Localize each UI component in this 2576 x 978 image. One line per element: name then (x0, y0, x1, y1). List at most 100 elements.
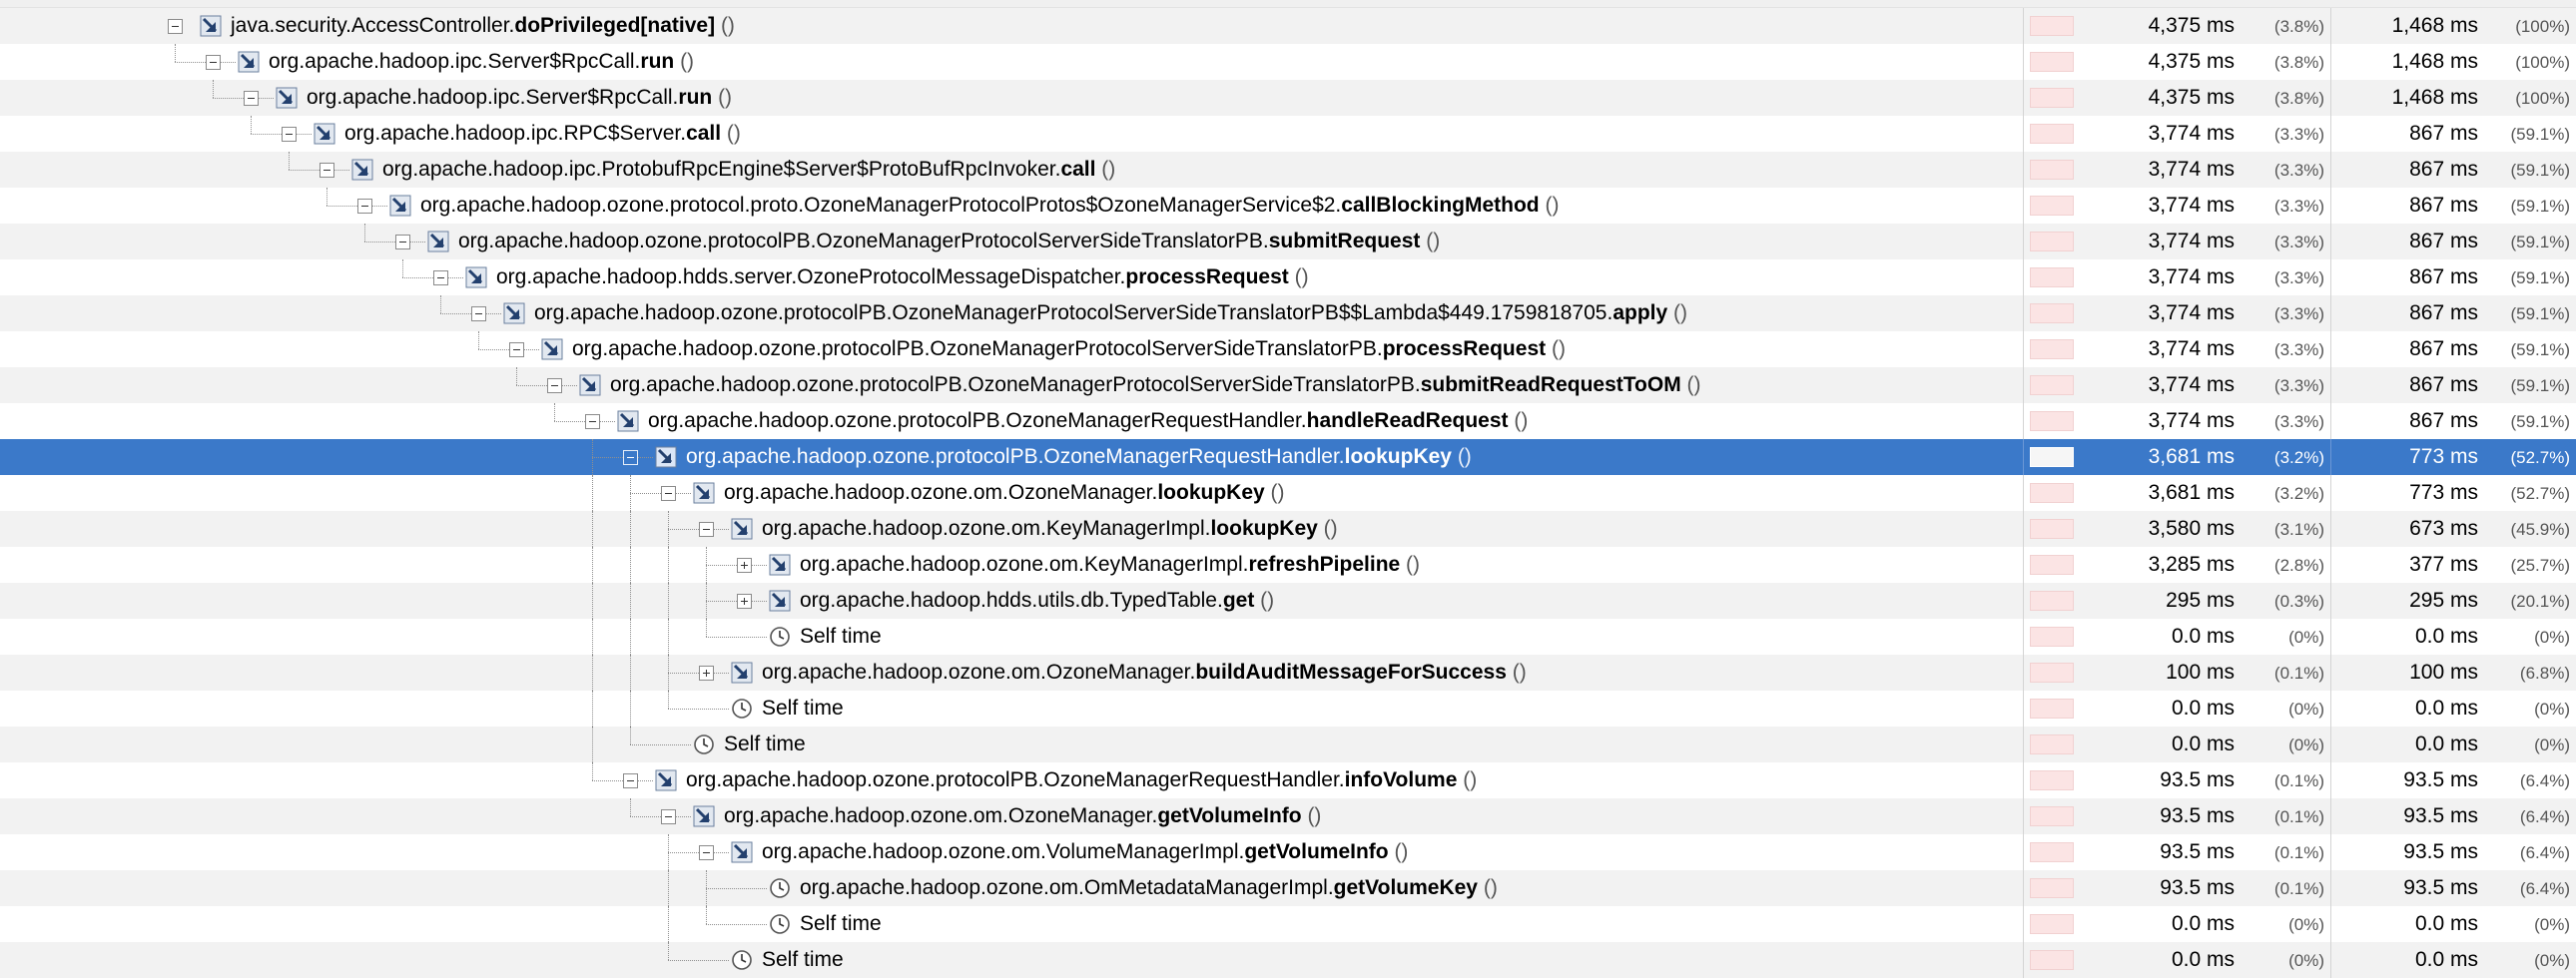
collapse-toggle-icon[interactable] (168, 19, 183, 34)
method-short-name: getVolumeInfo (1244, 840, 1389, 863)
method-params: () (1254, 589, 1275, 612)
tree-cell: org.apache.hadoop.ozone.om.OzoneManager.… (0, 475, 2023, 511)
tree-guide-line (592, 655, 593, 691)
table-row[interactable]: org.apache.hadoop.ozone.protocolPB.Ozone… (0, 331, 2576, 367)
collapse-toggle-icon[interactable] (471, 306, 486, 321)
table-row[interactable]: Self time 0.0 ms (0%) 0.0 ms (0%) (0, 691, 2576, 727)
table-row[interactable]: Self time 0.0 ms (0%) 0.0 ms (0%) (0, 942, 2576, 978)
table-row[interactable]: org.apache.hadoop.ozone.protocolPB.Ozone… (0, 403, 2576, 439)
collapse-toggle-icon[interactable] (585, 414, 600, 429)
total-time-value: 0.0 ms (2171, 912, 2235, 935)
collapse-toggle-icon[interactable] (244, 91, 259, 106)
total-time-bar (2030, 52, 2074, 72)
table-row[interactable]: org.apache.hadoop.ipc.Server$RpcCall.run… (0, 44, 2576, 80)
total-time-percent: (3.3%) (2273, 412, 2324, 431)
clock-icon (731, 698, 753, 720)
tree-guide-line (630, 691, 631, 727)
self-time-value: 867 ms (2409, 265, 2478, 288)
table-row[interactable]: org.apache.hadoop.ipc.ProtobufRpcEngine$… (0, 152, 2576, 188)
table-row[interactable]: java.security.AccessController.doPrivile… (0, 8, 2576, 44)
collapse-toggle-icon[interactable] (395, 235, 410, 249)
collapse-toggle-icon[interactable] (699, 845, 714, 860)
collapse-toggle-icon[interactable] (661, 809, 676, 824)
method-params: () (1388, 840, 1409, 863)
tree-guide-line (592, 691, 593, 727)
method-call-icon (731, 841, 753, 863)
table-row[interactable]: Self time 0.0 ms (0%) 0.0 ms (0%) (0, 727, 2576, 762)
method-call-icon (769, 590, 791, 612)
tree-guide-line (630, 583, 631, 619)
tree-guide-line (668, 583, 669, 619)
class-name: Self time (800, 912, 882, 935)
collapse-toggle-icon[interactable] (623, 450, 638, 465)
method-params: () (1288, 265, 1309, 288)
total-time-value: 3,774 ms (2148, 409, 2235, 432)
total-time-percent: (3.3%) (2273, 376, 2324, 395)
collapse-toggle-icon[interactable] (509, 342, 524, 357)
total-time-value: 3,681 ms (2148, 481, 2235, 504)
total-time-percent: (0%) (2288, 628, 2324, 647)
column-separator (2330, 116, 2331, 152)
table-row[interactable]: org.apache.hadoop.hdds.server.OzoneProto… (0, 259, 2576, 295)
table-row[interactable]: org.apache.hadoop.ozone.protocolPB.Ozone… (0, 295, 2576, 331)
collapse-toggle-icon[interactable] (699, 522, 714, 537)
column-separator (2330, 295, 2331, 331)
table-row[interactable]: org.apache.hadoop.ozone.om.OmMetadataMan… (0, 870, 2576, 906)
column-separator (2330, 798, 2331, 834)
collapse-toggle-icon[interactable] (282, 127, 297, 142)
class-name: java.security.AccessController. (231, 14, 515, 37)
collapse-toggle-icon[interactable] (547, 378, 562, 393)
column-separator (2330, 331, 2331, 367)
column-separator (2023, 619, 2024, 655)
table-row[interactable]: org.apache.hadoop.ipc.RPC$Server.call ()… (0, 116, 2576, 152)
collapse-toggle-icon[interactable] (433, 270, 448, 285)
table-row[interactable]: org.apache.hadoop.ozone.om.VolumeManager… (0, 834, 2576, 870)
collapse-toggle-icon[interactable] (661, 486, 676, 501)
self-time-percent: (6.4%) (2519, 843, 2570, 862)
collapse-toggle-icon[interactable] (206, 55, 221, 70)
class-name: org.apache.hadoop.ozone.protocolPB.Ozone… (534, 301, 1613, 324)
collapse-toggle-icon[interactable] (357, 199, 372, 214)
method-call-icon (693, 805, 715, 827)
method-name: org.apache.hadoop.ozone.om.KeyManagerImp… (800, 553, 1420, 577)
expand-toggle-icon[interactable] (737, 594, 752, 609)
tree-guide-line (706, 619, 707, 637)
table-row[interactable]: Self time 0.0 ms (0%) 0.0 ms (0%) (0, 906, 2576, 942)
collapse-toggle-icon[interactable] (623, 773, 638, 788)
table-row[interactable]: org.apache.hadoop.ozone.protocolPB.Ozone… (0, 224, 2576, 259)
table-row[interactable]: org.apache.hadoop.ozone.protocolPB.Ozone… (0, 762, 2576, 798)
method-name: org.apache.hadoop.hdds.server.OzoneProto… (496, 265, 1309, 289)
class-name: org.apache.hadoop.hdds.utils.db.TypedTab… (800, 589, 1223, 612)
self-time-percent: (100%) (2515, 53, 2570, 72)
tree-guide-line (592, 475, 593, 511)
method-call-icon (693, 482, 715, 504)
method-short-name: buildAuditMessageForSuccess (1195, 661, 1507, 684)
method-params: () (1546, 337, 1566, 360)
collapse-toggle-icon[interactable] (320, 163, 334, 178)
column-separator (2330, 439, 2331, 475)
expand-toggle-icon[interactable] (699, 666, 714, 681)
table-row[interactable]: org.apache.hadoop.ozone.protocolPB.Ozone… (0, 367, 2576, 403)
tree-guide-line (630, 547, 631, 583)
table-row[interactable]: org.apache.hadoop.ipc.Server$RpcCall.run… (0, 80, 2576, 116)
column-separator (2330, 870, 2331, 906)
tree-cell: org.apache.hadoop.ozone.om.OzoneManager.… (0, 655, 2023, 691)
table-row[interactable]: org.apache.hadoop.ozone.protocol.proto.O… (0, 188, 2576, 224)
method-call-icon (351, 159, 373, 181)
self-time-percent: (100%) (2515, 17, 2570, 36)
table-row[interactable]: Self time 0.0 ms (0%) 0.0 ms (0%) (0, 619, 2576, 655)
total-time-value: 295 ms (2166, 589, 2235, 612)
table-row[interactable]: org.apache.hadoop.ozone.om.KeyManagerImp… (0, 511, 2576, 547)
table-row[interactable]: org.apache.hadoop.ozone.om.OzoneManager.… (0, 798, 2576, 834)
table-row[interactable]: org.apache.hadoop.ozone.om.KeyManagerImp… (0, 547, 2576, 583)
table-row-selected[interactable]: org.apache.hadoop.ozone.protocolPB.Ozone… (0, 439, 2576, 475)
expand-toggle-icon[interactable] (737, 558, 752, 573)
method-name: org.apache.hadoop.ipc.Server$RpcCall.run… (269, 50, 694, 74)
column-separator (2330, 727, 2331, 762)
table-row[interactable]: org.apache.hadoop.ozone.om.OzoneManager.… (0, 655, 2576, 691)
table-row[interactable]: org.apache.hadoop.ozone.om.OzoneManager.… (0, 475, 2576, 511)
method-params: () (1680, 373, 1701, 396)
table-row[interactable]: org.apache.hadoop.hdds.utils.db.TypedTab… (0, 583, 2576, 619)
total-time-percent: (0.1%) (2273, 664, 2324, 683)
self-time-percent: (52.7%) (2510, 484, 2570, 503)
